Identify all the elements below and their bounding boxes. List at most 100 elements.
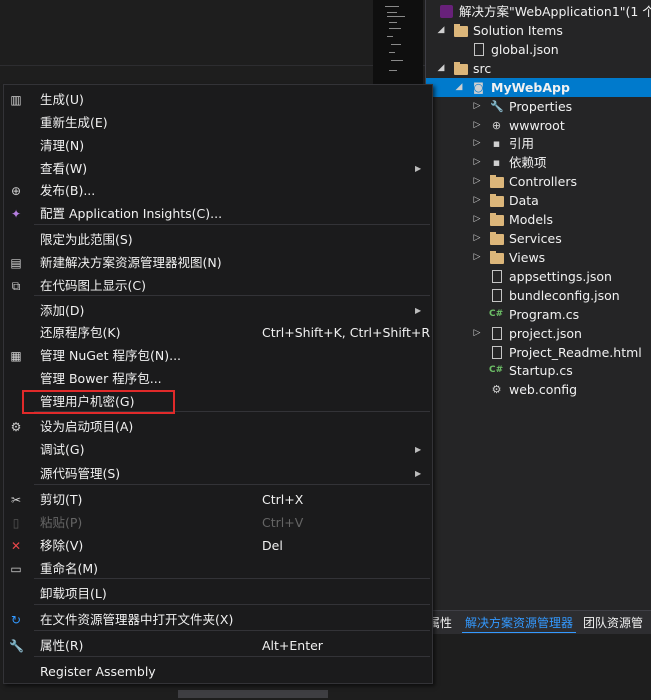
close-icon: ✕: [10, 539, 22, 553]
scissors-icon: ✂: [10, 493, 22, 507]
menu-item[interactable]: 查看(W) ▶: [4, 157, 432, 180]
menu-item[interactable]: 管理 Bower 程序包...: [4, 367, 432, 390]
tree-item-label: Project_Readme.html: [509, 345, 642, 360]
collapsed-arrow-icon[interactable]: ▷: [472, 191, 482, 210]
json-file-icon: [492, 289, 502, 302]
menu-item[interactable]: ▥ 生成(U): [4, 88, 432, 111]
tab-solution-explorer[interactable]: 解决方案资源管理器: [462, 614, 577, 633]
references-icon: ▪: [492, 137, 501, 150]
tree-item[interactable]: ▷ ⊕ wwwroot: [426, 116, 651, 135]
tree-item-label: global.json: [491, 42, 559, 57]
menu-item[interactable]: ✕ 移除(V) Del: [4, 534, 432, 557]
tree-item[interactable]: ▷ Data: [426, 191, 651, 210]
menu-item-label: 清理(N): [40, 138, 85, 153]
menu-item-label: 粘贴(P): [40, 515, 83, 530]
menu-item-label: 属性(R): [40, 638, 84, 653]
menu-item[interactable]: 卸载项目(L): [4, 582, 432, 605]
tree-item[interactable]: C# Startup.cs: [426, 361, 651, 380]
publish-icon: ⊕: [10, 184, 22, 198]
menu-item[interactable]: 调试(G) ▶: [4, 438, 432, 461]
tree-item[interactable]: appsettings.json: [426, 267, 651, 286]
cs-file-icon: C#: [489, 309, 504, 319]
menu-item-label: 重新生成(E): [40, 115, 108, 130]
menu-item[interactable]: Register Assembly: [4, 660, 432, 683]
menu-item[interactable]: 清理(N): [4, 134, 432, 157]
menu-item-label: 在代码图上显示(C): [40, 278, 146, 293]
collapsed-arrow-icon[interactable]: ▷: [472, 153, 482, 172]
menu-item-label: 查看(W): [40, 161, 88, 176]
tree-item[interactable]: ◢ ◙ MyWebApp: [426, 78, 651, 97]
editor-divider: [0, 65, 425, 66]
minimap[interactable]: [373, 0, 423, 90]
menu-item: ▯ 粘贴(P) Ctrl+V: [4, 511, 432, 534]
menu-item[interactable]: 重新生成(E): [4, 111, 432, 134]
menu-item[interactable]: 还原程序包(K) Ctrl+Shift+K, Ctrl+Shift+R: [4, 321, 432, 344]
tree-item[interactable]: ▷ Services: [426, 229, 651, 248]
scrollbar-thumb[interactable]: [178, 690, 328, 698]
collapsed-arrow-icon[interactable]: ▷: [472, 97, 482, 116]
horizontal-scrollbar[interactable]: [0, 688, 651, 700]
tree-item[interactable]: global.json: [426, 40, 651, 59]
menu-item[interactable]: ▭ 重命名(M): [4, 557, 432, 580]
menu-item[interactable]: ⊕ 发布(B)...: [4, 179, 432, 202]
menu-item-label: 在文件资源管理器中打开文件夹(X): [40, 612, 234, 627]
expanded-arrow-icon[interactable]: ◢: [454, 78, 464, 97]
collapsed-arrow-icon[interactable]: ▷: [472, 248, 482, 267]
expanded-arrow-icon[interactable]: ◢: [436, 59, 446, 78]
tree-item-label: web.config: [509, 382, 578, 397]
tree-item[interactable]: ▷ ▪ 依赖项: [426, 153, 651, 172]
menu-item-label: 重命名(M): [40, 561, 99, 576]
wrench-icon: 🔧: [490, 100, 504, 113]
menu-item-shortcut: Ctrl+V: [262, 515, 304, 530]
menu-item[interactable]: ✂ 剪切(T) Ctrl+X: [4, 488, 432, 511]
json-file-icon: [492, 327, 502, 340]
tree-item[interactable]: ▷ 🔧 Properties: [426, 97, 651, 116]
tree-item-label: 引用: [509, 136, 535, 151]
collapsed-arrow-icon[interactable]: ▷: [472, 229, 482, 248]
solution-root[interactable]: 解决方案"WebApplication1"(1 个项: [426, 2, 651, 21]
tree-item[interactable]: C# Program.cs: [426, 305, 651, 324]
tree-item[interactable]: ▷ project.json: [426, 324, 651, 343]
folder-icon: [454, 24, 468, 37]
folder-icon: [490, 175, 504, 188]
menu-item[interactable]: ▤ 新建解决方案资源管理器视图(N): [4, 251, 432, 274]
menu-item[interactable]: 添加(D) ▶: [4, 299, 432, 322]
menu-item[interactable]: ↻ 在文件资源管理器中打开文件夹(X): [4, 608, 432, 631]
tree-item[interactable]: ▷ Controllers: [426, 172, 651, 191]
submenu-arrow-icon: ▶: [415, 306, 422, 315]
tree-item[interactable]: bundleconfig.json: [426, 286, 651, 305]
tree-item[interactable]: ◢ Solution Items: [426, 21, 651, 40]
web-project-icon: ◙: [473, 81, 484, 94]
tree-item[interactable]: ▷ Views: [426, 248, 651, 267]
collapsed-arrow-icon[interactable]: ▷: [472, 324, 482, 343]
nuget-icon: ▦: [10, 349, 22, 363]
tree-item[interactable]: ▷ ▪ 引用: [426, 134, 651, 153]
tree-item[interactable]: ⚙ web.config: [426, 380, 651, 399]
menu-item[interactable]: ▦ 管理 NuGet 程序包(N)...: [4, 344, 432, 367]
collapsed-arrow-icon[interactable]: ▷: [472, 134, 482, 153]
submenu-arrow-icon: ▶: [415, 445, 422, 454]
menu-item-label: 限定为此范围(S): [40, 232, 133, 247]
tree-item[interactable]: ▷ Models: [426, 210, 651, 229]
menu-item-label: Register Assembly: [40, 664, 156, 679]
highlight-box: [22, 390, 175, 414]
menu-item[interactable]: ⚙ 设为启动项目(A): [4, 415, 432, 438]
expanded-arrow-icon[interactable]: ◢: [436, 21, 446, 40]
menu-item[interactable]: ⧉ 在代码图上显示(C): [4, 274, 432, 297]
tree-item-label: 依赖项: [509, 155, 547, 170]
menu-item-label: 移除(V): [40, 538, 84, 553]
gear-icon: ⚙: [10, 420, 22, 434]
collapsed-arrow-icon[interactable]: ▷: [472, 116, 482, 135]
menu-item[interactable]: 限定为此范围(S): [4, 228, 432, 251]
tab-team-explorer[interactable]: 团队资源管: [580, 614, 646, 633]
collapsed-arrow-icon[interactable]: ▷: [472, 172, 482, 191]
menu-item[interactable]: 源代码管理(S) ▶: [4, 462, 432, 485]
tree-item[interactable]: Project_Readme.html: [426, 343, 651, 362]
collapsed-arrow-icon[interactable]: ▷: [472, 210, 482, 229]
menu-item[interactable]: ✦ 配置 Application Insights(C)...: [4, 202, 432, 225]
menu-item[interactable]: 🔧 属性(R) Alt+Enter: [4, 634, 432, 657]
tree-item[interactable]: ◢ src: [426, 59, 651, 78]
insights-icon: ✦: [10, 207, 22, 221]
tree-item-label: Controllers: [509, 174, 577, 189]
menu-item-shortcut: Alt+Enter: [262, 638, 323, 653]
